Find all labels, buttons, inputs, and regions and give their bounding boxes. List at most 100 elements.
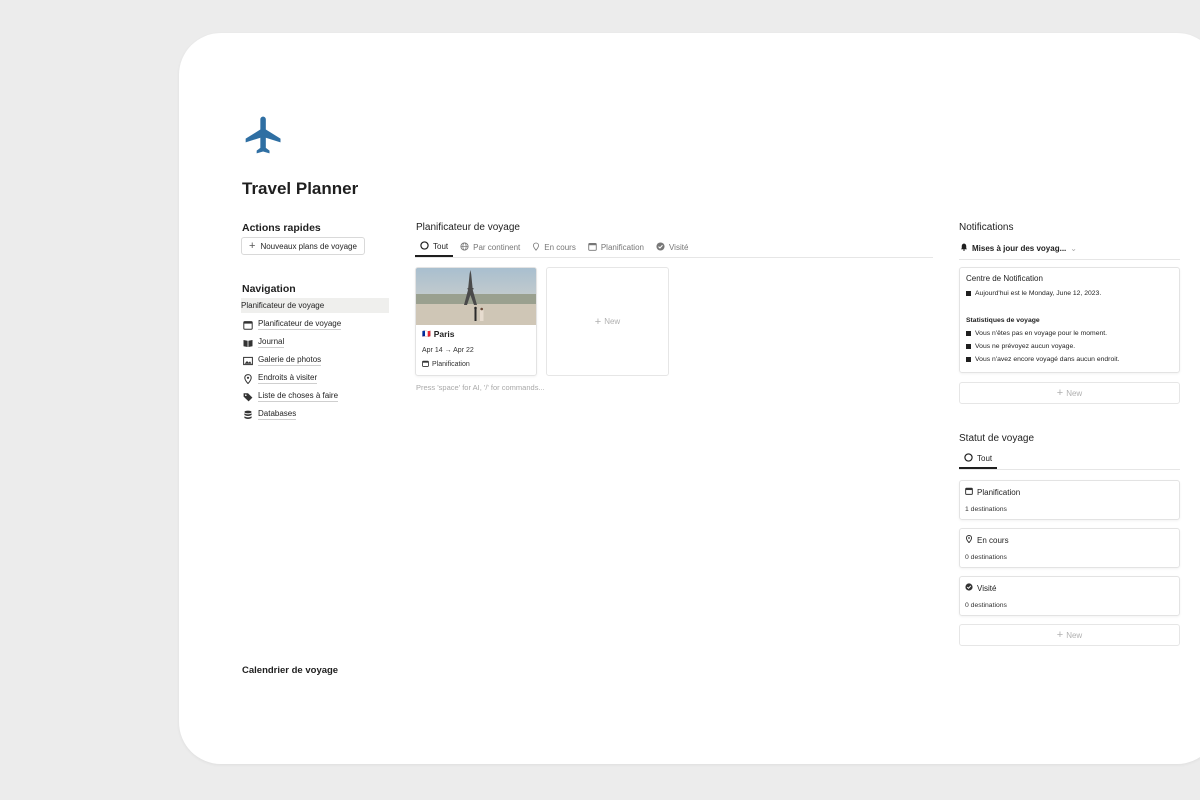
- nav-item-planner[interactable]: Planificateur de voyage: [241, 316, 389, 333]
- database-icon: [243, 410, 253, 420]
- nav-item-label: Galerie de photos: [258, 355, 322, 366]
- new-card-button[interactable]: + New: [546, 267, 669, 376]
- nav-item-label: Databases: [258, 409, 297, 420]
- bullet-square-icon: [966, 357, 971, 362]
- stats-line-text: Vous n'avez encore voyagé dans aucun end…: [975, 356, 1120, 363]
- nav-item-label: Planificateur de voyage: [258, 319, 342, 330]
- stats-heading: Statistiques de voyage: [966, 317, 1040, 324]
- bullet-square-icon: [966, 344, 971, 349]
- tab-in-progress[interactable]: En cours: [527, 242, 581, 257]
- status-card-visited[interactable]: Visité 0 destinations: [959, 576, 1180, 616]
- nav-item-todo-list[interactable]: Liste de choses à faire: [241, 388, 389, 405]
- plus-icon: +: [594, 315, 602, 328]
- notification-today-text: Aujourd'hui est le Monday, June 12, 2023…: [975, 290, 1102, 297]
- navigation-heading: Navigation: [242, 283, 296, 295]
- nav-item-journal[interactable]: Journal: [241, 334, 389, 351]
- circle-icon: [420, 241, 429, 252]
- status-card-count: 0 destinations: [965, 554, 1007, 561]
- bullet-square-icon: [966, 291, 971, 296]
- notification-center-title: Centre de Notification: [966, 274, 1043, 283]
- status-tab-all[interactable]: Tout: [959, 453, 998, 469]
- tab-label: Planification: [600, 242, 644, 252]
- status-card-title: En cours: [965, 534, 1009, 545]
- plus-icon: +: [249, 240, 256, 252]
- status-card-count: 0 destinations: [965, 602, 1007, 609]
- tab-label: Tout: [433, 242, 449, 251]
- card-dates: Apr 14 → Apr 22: [422, 347, 474, 354]
- chevron-down-icon: ⌄: [1070, 243, 1077, 253]
- tab-all[interactable]: Tout: [415, 241, 454, 257]
- editor-hint: Press 'space' for AI, '/' for commands..…: [416, 383, 545, 392]
- card-status-text: Planification: [432, 361, 470, 368]
- page-title: Travel Planner: [242, 179, 359, 198]
- location-pin-icon: [243, 373, 253, 384]
- status-card-planning[interactable]: Planification 1 destinations: [959, 480, 1180, 520]
- nav-item-label: Endroits à visiter: [258, 373, 318, 384]
- check-circle-icon: [656, 241, 665, 253]
- nav-item-label: Planificateur de voyage: [241, 300, 325, 310]
- location-pin-icon: [532, 242, 540, 253]
- status-new-button[interactable]: + New: [959, 624, 1180, 646]
- card-cover-photo: [416, 268, 536, 325]
- nav-item-label: Liste de choses à faire: [258, 391, 339, 402]
- tab-label: Visité: [668, 242, 689, 252]
- notification-center-card: Centre de Notification Aujourd'hui est l…: [959, 267, 1180, 373]
- calendar-icon: [243, 320, 253, 330]
- tab-label: Tout: [977, 454, 993, 463]
- calendar-icon: [422, 360, 429, 369]
- status-card-count: 1 destinations: [965, 506, 1007, 513]
- status-card-title: Visité: [965, 583, 996, 593]
- notification-today-line: Aujourd'hui est le Monday, June 12, 2023…: [966, 290, 1101, 297]
- card-title-text: Paris: [433, 329, 455, 339]
- stats-line: Vous n'êtes pas en voyage pour le moment…: [966, 330, 1107, 337]
- card-status: Planification: [422, 360, 470, 369]
- tab-label: En cours: [544, 242, 576, 252]
- location-pin-icon: [965, 534, 973, 545]
- status-card-title: Planification: [965, 487, 1020, 497]
- status-card-label: Visité: [977, 583, 997, 593]
- card-title: 🇫🇷 Paris: [422, 329, 455, 339]
- calendar-heading: Calendrier de voyage: [242, 665, 339, 676]
- notifications-view-dropdown[interactable]: Mises à jour des voyag... ⌄: [960, 243, 1077, 253]
- nav-item-photo-gallery[interactable]: Galerie de photos: [241, 352, 389, 369]
- notion-page-window: Travel Planner Actions rapides + Nouveau…: [179, 33, 1200, 764]
- planner-tabs: Tout Par continent En cours Planificatio…: [415, 241, 933, 258]
- book-icon: [243, 338, 253, 348]
- tab-by-continent[interactable]: Par continent: [455, 241, 525, 257]
- new-travel-plan-label: Nouveaux plans de voyage: [260, 241, 357, 251]
- notifications-view-label: Mises à jour des voyag...: [972, 243, 1067, 253]
- check-circle-icon: [965, 583, 973, 593]
- bell-icon: [960, 243, 968, 253]
- france-flag-icon: 🇫🇷: [422, 331, 431, 338]
- bullet-square-icon: [966, 331, 971, 336]
- tabs-divider: [959, 469, 1180, 470]
- stats-line: Vous n'avez encore voyagé dans aucun end…: [966, 356, 1120, 363]
- planner-heading: Planificateur de voyage: [416, 222, 520, 233]
- navigation-list: Planificateur de voyage Planificateur de…: [241, 298, 389, 424]
- globe-icon: [460, 241, 469, 253]
- nav-item-databases[interactable]: Databases: [241, 406, 389, 423]
- notifications-heading: Notifications: [959, 222, 1014, 233]
- status-tabs: Tout: [959, 453, 1180, 470]
- trip-card-paris[interactable]: 🇫🇷 Paris Apr 14 → Apr 22 Planification: [415, 267, 537, 376]
- nav-item-planner-active[interactable]: Planificateur de voyage: [241, 298, 389, 313]
- status-heading: Statut de voyage: [959, 433, 1035, 444]
- notifications-new-button[interactable]: + New: [959, 382, 1180, 404]
- airplane-icon[interactable]: [242, 113, 286, 157]
- tab-visited[interactable]: Visité: [651, 241, 693, 257]
- tab-planning[interactable]: Planification: [583, 242, 649, 257]
- notifications-divider: [959, 259, 1180, 260]
- status-card-in-progress[interactable]: En cours 0 destinations: [959, 528, 1180, 568]
- new-travel-plan-button[interactable]: + Nouveaux plans de voyage: [241, 237, 365, 255]
- calendar-icon: [965, 487, 973, 497]
- tag-icon: [243, 392, 253, 402]
- new-label: New: [1066, 630, 1083, 640]
- plus-icon: +: [1056, 629, 1064, 641]
- tabs-divider: [415, 257, 933, 258]
- quick-actions-heading: Actions rapides: [242, 222, 321, 234]
- tab-label: Par continent: [473, 242, 521, 252]
- circle-icon: [964, 453, 973, 464]
- nav-item-label: Journal: [258, 337, 285, 348]
- plus-icon: +: [1056, 387, 1064, 399]
- nav-item-places-to-visit[interactable]: Endroits à visiter: [241, 370, 389, 387]
